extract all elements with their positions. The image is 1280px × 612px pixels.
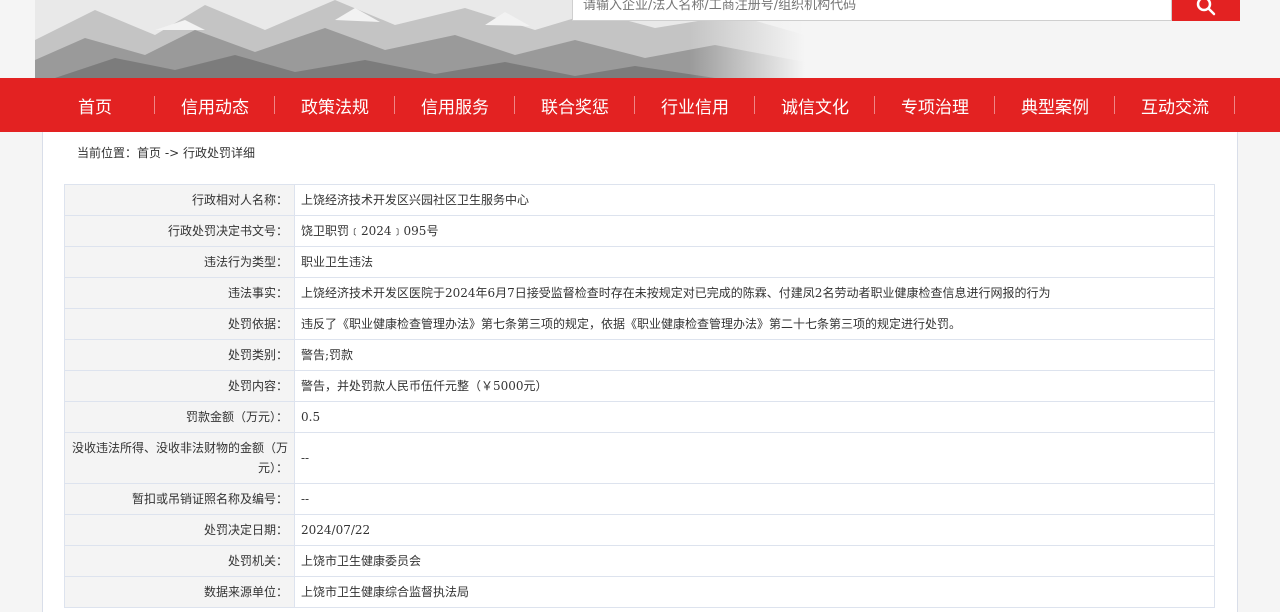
- row-value: 警告，并处罚款人民币伍仟元整（￥5000元）: [294, 370, 1215, 402]
- nav-item-special-governance[interactable]: 专项治理: [875, 78, 995, 132]
- search-button[interactable]: [1172, 0, 1240, 21]
- table-row: 数据来源单位： 上饶市卫生健康综合监督执法局: [64, 576, 1215, 608]
- row-label: 行政相对人名称：: [64, 184, 295, 216]
- nav-item-credit-services[interactable]: 信用服务: [395, 78, 515, 132]
- breadcrumb-prefix: 当前位置：: [77, 146, 138, 160]
- row-label: 行政处罚决定书文号：: [64, 215, 295, 247]
- table-row: 暂扣或吊销证照名称及编号： --: [64, 483, 1215, 515]
- row-value: --: [294, 432, 1215, 484]
- row-label: 处罚类别：: [64, 339, 295, 371]
- row-label: 违法事实：: [64, 277, 295, 309]
- breadcrumb: 当前位置：首页 -> 行政处罚详细: [77, 144, 255, 161]
- breadcrumb-current[interactable]: 行政处罚详细: [183, 146, 255, 160]
- row-value: 上饶市卫生健康综合监督执法局: [294, 576, 1215, 608]
- penalty-detail-table: 行政相对人名称： 上饶经济技术开发区兴园社区卫生服务中心 行政处罚决定书文号： …: [64, 184, 1215, 608]
- nav-item-typical-cases[interactable]: 典型案例: [995, 78, 1115, 132]
- table-row: 处罚类别： 警告;罚款: [64, 339, 1215, 371]
- row-value: 饶卫职罚﹝2024﹞095号: [294, 215, 1215, 247]
- nav-item-policies[interactable]: 政策法规: [275, 78, 395, 132]
- table-row: 处罚机关： 上饶市卫生健康委员会: [64, 545, 1215, 577]
- nav-item-joint-rewards-punishments[interactable]: 联合奖惩: [515, 78, 635, 132]
- nav-item-credit-news[interactable]: 信用动态: [155, 78, 275, 132]
- main-content: 当前位置：首页 -> 行政处罚详细 行政相对人名称： 上饶经济技术开发区兴园社区…: [42, 132, 1238, 612]
- search-icon: [1196, 0, 1216, 15]
- nav-item-integrity-culture[interactable]: 诚信文化: [755, 78, 875, 132]
- table-row: 行政相对人名称： 上饶经济技术开发区兴园社区卫生服务中心: [64, 184, 1215, 216]
- table-row: 没收违法所得、没收非法财物的金额（万元）： --: [64, 432, 1215, 484]
- table-row: 行政处罚决定书文号： 饶卫职罚﹝2024﹞095号: [64, 215, 1215, 247]
- row-value: 2024/07/22: [294, 514, 1215, 546]
- row-value: 上饶经济技术开发区兴园社区卫生服务中心: [294, 184, 1215, 216]
- nav-item-home[interactable]: 首页: [35, 78, 155, 132]
- table-row: 处罚内容： 警告，并处罚款人民币伍仟元整（￥5000元）: [64, 370, 1215, 402]
- table-row: 罚款金额（万元）： 0.5: [64, 401, 1215, 433]
- row-label: 处罚决定日期：: [64, 514, 295, 546]
- row-value: 职业卫生违法: [294, 246, 1215, 278]
- nav-item-industry-credit[interactable]: 行业信用: [635, 78, 755, 132]
- row-value: 警告;罚款: [294, 339, 1215, 371]
- table-row: 处罚决定日期： 2024/07/22: [64, 514, 1215, 546]
- table-row: 违法行为类型： 职业卫生违法: [64, 246, 1215, 278]
- row-value: 上饶市卫生健康委员会: [294, 545, 1215, 577]
- search-input[interactable]: [572, 0, 1172, 21]
- main-nav: 首页 信用动态 政策法规 信用服务 联合奖惩 行业信用 诚信文化 专项治理 典型…: [0, 78, 1280, 132]
- row-value: 违反了《职业健康检查管理办法》第七条第三项的规定，依据《职业健康检查管理办法》第…: [294, 308, 1215, 340]
- row-value: 上饶经济技术开发区医院于2024年6月7日接受监督检查时存在未按规定对已完成的陈…: [294, 277, 1215, 309]
- row-label: 处罚机关：: [64, 545, 295, 577]
- row-value: 0.5: [294, 401, 1215, 433]
- site-header: [0, 0, 1280, 78]
- row-label: 处罚内容：: [64, 370, 295, 402]
- row-label: 没收违法所得、没收非法财物的金额（万元）：: [64, 432, 295, 484]
- table-row: 处罚依据： 违反了《职业健康检查管理办法》第七条第三项的规定，依据《职业健康检查…: [64, 308, 1215, 340]
- row-label: 处罚依据：: [64, 308, 295, 340]
- row-value: --: [294, 483, 1215, 515]
- breadcrumb-home-link[interactable]: 首页: [137, 146, 161, 160]
- row-label: 罚款金额（万元）：: [64, 401, 295, 433]
- row-label: 违法行为类型：: [64, 246, 295, 278]
- table-row: 违法事实： 上饶经济技术开发区医院于2024年6月7日接受监督检查时存在未按规定…: [64, 277, 1215, 309]
- row-label: 数据来源单位：: [64, 576, 295, 608]
- row-label: 暂扣或吊销证照名称及编号：: [64, 483, 295, 515]
- nav-item-interaction[interactable]: 互动交流: [1115, 78, 1235, 132]
- breadcrumb-separator: ->: [161, 146, 184, 160]
